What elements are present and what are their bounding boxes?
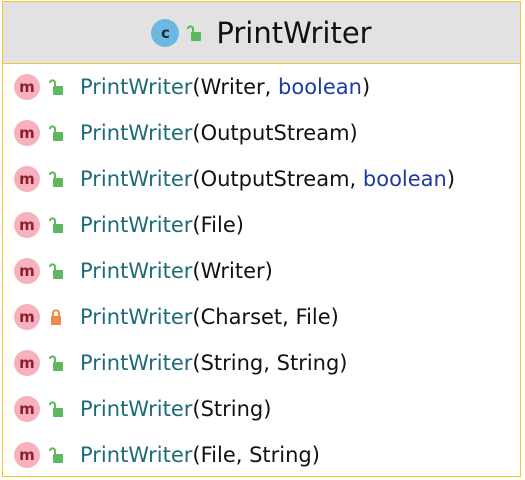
open-paren: (: [192, 121, 201, 145]
open-paren: (: [192, 397, 201, 421]
method-icon: m: [14, 442, 40, 468]
param-type: String: [200, 397, 264, 421]
close-paren: ): [362, 75, 371, 99]
method-row[interactable]: m PrintWriter(Writer): [3, 248, 520, 294]
method-name: PrintWriter: [80, 351, 193, 375]
param-separator: ,: [264, 75, 279, 99]
method-row[interactable]: m PrintWriter(File, String): [3, 432, 520, 478]
param-type: String: [276, 351, 340, 375]
method-icon: m: [14, 166, 40, 192]
close-paren: ): [264, 259, 273, 283]
close-paren: ): [311, 443, 320, 467]
method-icon: m: [14, 304, 40, 330]
param-separator: ,: [282, 305, 296, 329]
open-paren: (: [192, 351, 201, 375]
method-list: m PrintWriter(Writer, boolean) m PrintWrite…: [3, 64, 520, 478]
method-row[interactable]: m PrintWriter(File): [3, 202, 520, 248]
close-paren: ): [349, 121, 358, 145]
method-name: PrintWriter: [80, 167, 193, 191]
private-lock-icon: [51, 309, 61, 325]
public-lock-icon: [49, 355, 63, 371]
open-paren: (: [192, 259, 201, 283]
param-type: String: [200, 351, 264, 375]
public-lock-icon: [49, 447, 63, 463]
open-paren: (: [192, 75, 201, 99]
close-paren: ): [235, 213, 244, 237]
open-paren: (: [192, 167, 201, 191]
public-lock-icon: [49, 125, 63, 141]
param-type: OutputStream: [200, 167, 350, 191]
method-row[interactable]: m PrintWriter(String, String): [3, 340, 520, 386]
param-keyword: boolean: [278, 75, 362, 99]
param-type: Writer: [200, 259, 265, 283]
public-lock-icon: [49, 401, 63, 417]
method-name: PrintWriter: [80, 75, 193, 99]
param-type: Charset: [200, 305, 283, 329]
param-type: OutputStream: [200, 121, 350, 145]
param-type: File: [295, 305, 331, 329]
method-name: PrintWriter: [80, 397, 193, 421]
close-paren: ): [330, 305, 339, 329]
method-name: PrintWriter: [80, 305, 193, 329]
public-lock-icon: [49, 263, 63, 279]
close-paren: ): [339, 351, 348, 375]
method-row[interactable]: m PrintWriter(OutputStream, boolean): [3, 156, 520, 202]
param-separator: ,: [235, 443, 250, 467]
method-name: PrintWriter: [80, 259, 193, 283]
close-paren: ): [263, 397, 272, 421]
class-diagram-box: c PrintWriter m PrintWriter(Writer, boole…: [2, 1, 521, 477]
close-paren: ): [446, 167, 456, 191]
method-row[interactable]: m PrintWriter(OutputStream): [3, 110, 520, 156]
method-icon: m: [14, 258, 40, 284]
param-separator: ,: [263, 351, 277, 375]
public-lock-icon: [49, 217, 63, 233]
open-paren: (: [192, 213, 201, 237]
method-icon: m: [14, 350, 40, 376]
method-name: PrintWriter: [80, 121, 193, 145]
method-row[interactable]: m PrintWriter(Writer, boolean): [3, 64, 520, 110]
method-icon: m: [14, 74, 40, 100]
method-icon: m: [14, 212, 40, 238]
param-separator: ,: [349, 167, 363, 191]
class-header: c PrintWriter: [3, 2, 520, 64]
method-row[interactable]: m PrintWriter(Charset, File): [3, 294, 520, 340]
method-row[interactable]: m PrintWriter(String): [3, 386, 520, 432]
param-type: Writer: [200, 75, 265, 99]
class-icon: c: [151, 18, 180, 47]
open-paren: (: [192, 305, 201, 329]
public-lock-icon: [49, 79, 63, 95]
method-icon: m: [14, 120, 40, 146]
param-type: File: [200, 443, 236, 467]
class-title: PrintWriter: [216, 15, 372, 50]
param-type: File: [200, 213, 236, 237]
public-lock-icon: [49, 171, 63, 187]
param-keyword: boolean: [362, 167, 447, 191]
param-type: String: [249, 443, 312, 467]
open-paren: (: [192, 443, 201, 467]
public-lock-icon: [187, 24, 202, 41]
method-icon: m: [14, 396, 40, 422]
method-name: PrintWriter: [80, 443, 193, 467]
method-name: PrintWriter: [80, 213, 193, 237]
